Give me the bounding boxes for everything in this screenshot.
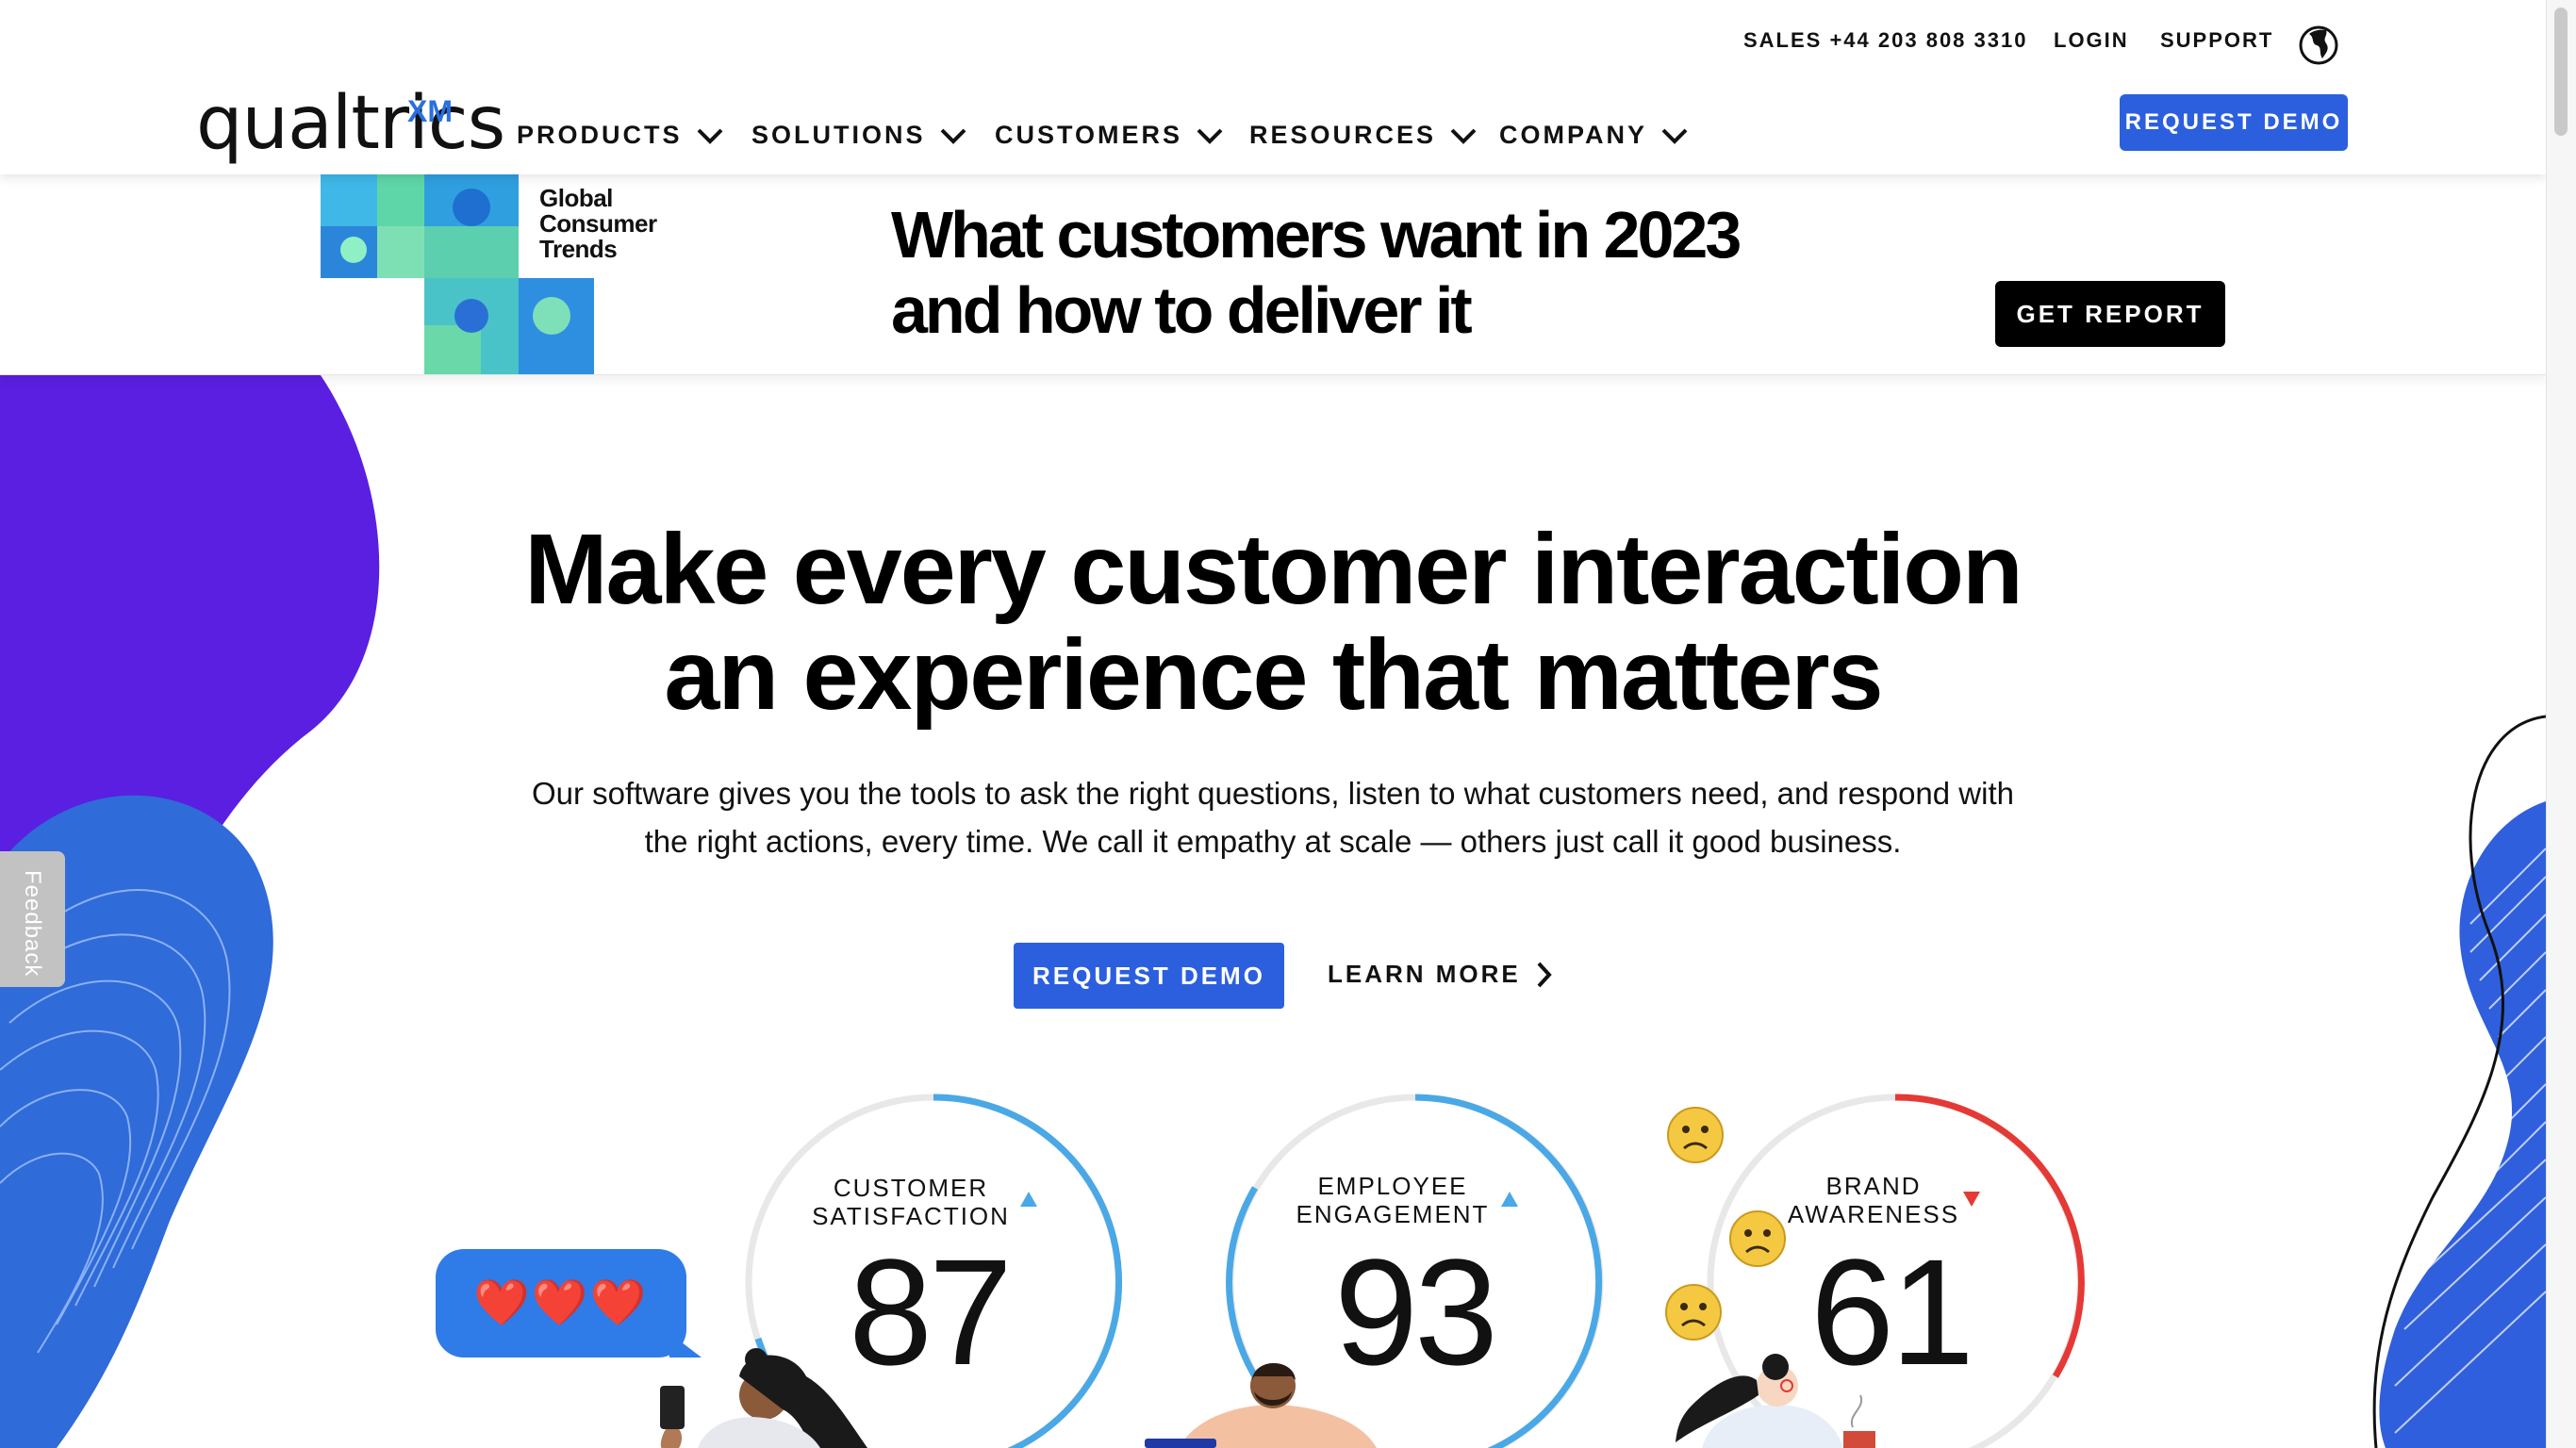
nav-solutions[interactable]: SOLUTIONS: [751, 121, 967, 150]
sad-face-icon: [1729, 1210, 1786, 1267]
logo-xm-mark: XM: [407, 94, 453, 128]
chevron-down-icon: [1450, 128, 1477, 144]
hero-title-line-1: Make every customer interaction: [524, 514, 2023, 625]
support-link[interactable]: SUPPORT: [2160, 28, 2273, 53]
trend-down-icon: [1963, 1192, 1980, 1207]
hearts-text: ❤️❤️❤️: [473, 1278, 649, 1328]
metric-2-label-line-1: EMPLOYEE: [1317, 1172, 1468, 1200]
feedback-tab-label: Feedback: [20, 870, 45, 978]
sad-face-icon: [1665, 1284, 1722, 1341]
banner-headline-line-1: What customers want in 2023: [891, 198, 1742, 272]
nav-products-label: PRODUCTS: [517, 121, 683, 149]
hero-description-line-1: Our software gives you the tools to ask …: [531, 776, 2014, 811]
scrollbar-thumb[interactable]: [2554, 8, 2568, 136]
hero-description: Our software gives you the tools to ask …: [490, 769, 2056, 865]
sad-face-icon: [1667, 1107, 1724, 1163]
login-link[interactable]: LOGIN: [2054, 28, 2129, 53]
sales-phone-link[interactable]: SALES +44 203 808 3310: [1743, 28, 2027, 53]
hero-description-line-2: the right actions, every time. We call i…: [644, 824, 1902, 859]
chevron-down-icon: [697, 128, 722, 144]
metric-1-label-line-1: CUSTOMER: [833, 1174, 989, 1202]
badge-title: Global Consumer Trends: [539, 186, 657, 262]
hero-title: Make every customer interaction an exper…: [377, 517, 2169, 728]
chevron-down-icon: [1197, 128, 1223, 144]
hero-request-demo-button[interactable]: REQUEST DEMO: [1014, 943, 1284, 1009]
nav-resources-label: RESOURCES: [1249, 121, 1437, 149]
nav-products[interactable]: PRODUCTS: [517, 121, 724, 150]
banner-headline: What customers want in 2023 and how to d…: [891, 197, 1742, 348]
badge-line-2: Consumer: [539, 209, 657, 238]
nav-customers[interactable]: CUSTOMERS: [995, 121, 1224, 150]
trend-up-icon: [1501, 1192, 1518, 1207]
nav-company[interactable]: COMPANY: [1499, 121, 1689, 150]
badge-line-3: Trends: [539, 235, 618, 263]
metric-label-customer-satisfaction: CUSTOMER SATISFACTION: [779, 1174, 1043, 1230]
nav-company-label: COMPANY: [1499, 121, 1648, 149]
nav-customers-label: CUSTOMERS: [995, 121, 1183, 149]
header-request-demo-button[interactable]: REQUEST DEMO: [2120, 94, 2348, 151]
person-with-coffee-illustration: [1676, 1354, 1875, 1448]
banner-headline-line-2: and how to deliver it: [891, 273, 1473, 347]
person-bearded-illustration: [1145, 1363, 1377, 1448]
logo-wordmark: qualtrics: [196, 81, 505, 166]
learn-more-link[interactable]: LEARN MORE: [1328, 960, 1553, 989]
site-header: SALES +44 203 808 3310 LOGIN SUPPORT qua…: [0, 0, 2546, 174]
nav-resources[interactable]: RESOURCES: [1249, 121, 1478, 150]
chevron-right-icon: [1537, 962, 1552, 987]
trend-up-icon: [1020, 1192, 1037, 1207]
promo-banner: Global Consumer Trends What customers wa…: [0, 174, 2546, 375]
chevron-down-icon: [1661, 128, 1688, 144]
metric-label-employee-engagement: EMPLOYEE ENGAGEMENT: [1261, 1172, 1525, 1228]
person-with-phone-illustration: [660, 1348, 867, 1448]
page-scrollbar[interactable]: [2546, 0, 2576, 1448]
get-report-button[interactable]: GET REPORT: [1995, 281, 2225, 347]
blue-blob-decoration: [2372, 715, 2546, 1448]
learn-more-label: LEARN MORE: [1328, 960, 1521, 988]
metric-2-label-line-2: ENGAGEMENT: [1296, 1200, 1490, 1228]
globe-icon[interactable]: [2298, 25, 2339, 66]
nav-solutions-label: SOLUTIONS: [751, 121, 926, 149]
chevron-down-icon: [940, 128, 966, 144]
feedback-tab[interactable]: Feedback: [0, 851, 65, 987]
badge-line-1: Global: [539, 184, 613, 212]
hero-title-line-2: an experience that matters: [664, 619, 1883, 731]
